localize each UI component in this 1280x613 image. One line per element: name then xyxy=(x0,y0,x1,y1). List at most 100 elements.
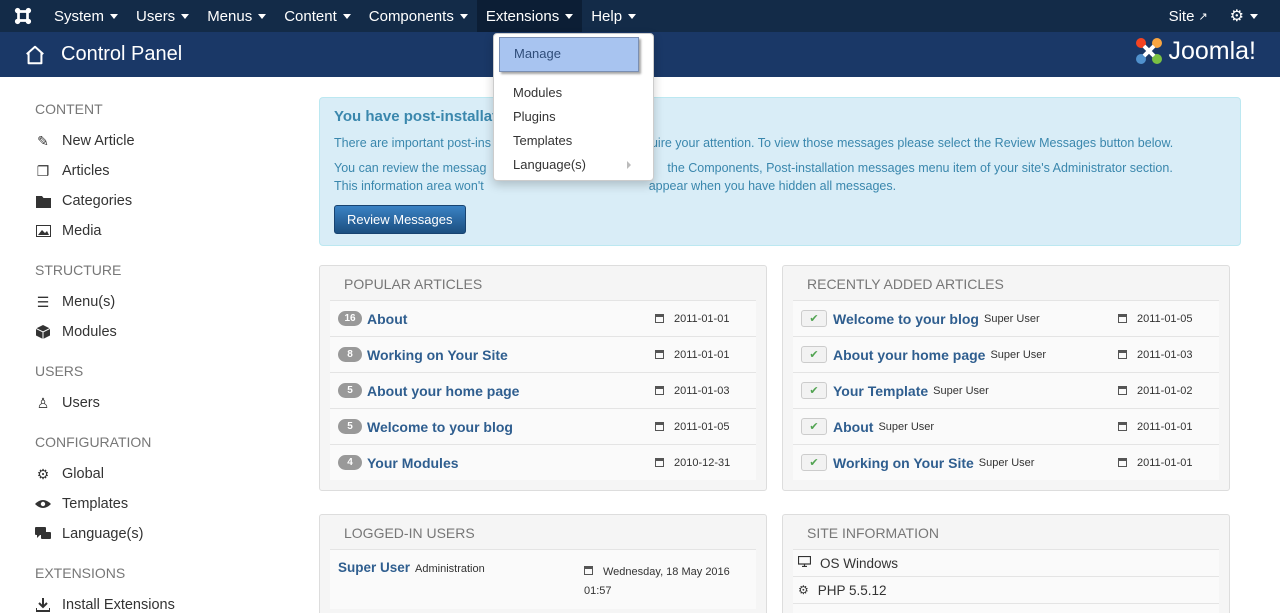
date-text: 2010-12-31 xyxy=(674,456,731,469)
dropdown-item-label: Language(s) xyxy=(513,157,586,172)
sidebar-item-install-extensions[interactable]: Install Extensions xyxy=(35,590,175,613)
site-information-list: OS Windows ⚙ PHP 5.5.12 ◫ xyxy=(793,549,1219,613)
list-item: ✔ About Super User 2011-01-01 xyxy=(793,408,1219,444)
sidebar-section-extensions: EXTENSIONS xyxy=(35,565,126,581)
gear-icon: ⚙ xyxy=(36,465,50,482)
article-date: 2011-01-03 xyxy=(655,385,729,397)
list-item: 16 About 2011-01-01 xyxy=(330,300,756,336)
article-link[interactable]: About xyxy=(833,419,873,435)
time-text: 01:57 xyxy=(584,585,612,597)
eye-icon xyxy=(35,496,51,512)
article-link[interactable]: Welcome to your blog xyxy=(367,419,513,435)
sidebar-item-label: Modules xyxy=(62,324,117,340)
cog-icon: ⚙ xyxy=(798,583,809,597)
caret-down-icon xyxy=(628,13,637,19)
sidebar-item-new-article[interactable]: ✎ New Article xyxy=(35,126,134,156)
menu-components[interactable]: Components xyxy=(360,0,477,32)
date-text: Wednesday, 18 May 2016 xyxy=(603,566,730,578)
home-icon xyxy=(26,45,44,64)
sidebar-item-label: Templates xyxy=(62,496,129,512)
sidebar-section-content: CONTENT xyxy=(35,101,103,117)
joomla-brand: Joomla! xyxy=(1134,36,1256,66)
panel-title: LOGGED-IN USERS xyxy=(344,525,475,541)
panel-title: RECENTLY ADDED ARTICLES xyxy=(807,276,1004,292)
cube-icon xyxy=(35,324,51,340)
sidebar-item-categories[interactable]: Categories xyxy=(35,186,132,216)
sidebar-item-menus[interactable]: ☰ Menu(s) xyxy=(35,287,115,317)
menu-users[interactable]: Users xyxy=(127,0,198,32)
article-link[interactable]: About xyxy=(367,311,407,327)
user-location: Administration xyxy=(415,563,485,575)
menu-components-label: Components xyxy=(368,7,454,25)
sidebar-item-label: Menu(s) xyxy=(62,294,116,310)
menu-system-label: System xyxy=(54,7,105,25)
article-author: Super User xyxy=(990,348,1047,361)
dropdown-item-templates[interactable]: Templates xyxy=(513,133,572,148)
sidebar-item-label: Users xyxy=(62,395,100,411)
user-link[interactable]: Super User xyxy=(338,560,410,575)
dropdown-item-languages[interactable]: Language(s) xyxy=(513,157,643,172)
date-text: 2011-01-01 xyxy=(674,348,730,361)
menu-extensions[interactable]: Extensions xyxy=(476,0,583,32)
post-install-alert: You have post-installat There are import… xyxy=(319,97,1241,246)
popular-articles-list: 16 About 2011-01-01 8 Working on Your Site 2… xyxy=(330,300,756,480)
alert-message-2: You can review the messag the Components,… xyxy=(334,159,1226,195)
dropdown-item-plugins[interactable]: Plugins xyxy=(513,109,556,124)
article-author: Super User xyxy=(983,312,1040,325)
calendar-icon xyxy=(655,458,664,467)
site-information-panel: SITE INFORMATION OS Windows ⚙ PHP 5.5.12 … xyxy=(782,514,1230,613)
joomla-logo-icon[interactable] xyxy=(0,0,45,32)
joomla-brand-icon xyxy=(1136,38,1163,64)
menu-help-label: Help xyxy=(591,7,623,25)
list-item: 4 Your Modules 2010-12-31 xyxy=(330,444,756,480)
published-check-icon[interactable]: ✔ xyxy=(801,454,827,471)
alert-heading: You have post-installat xyxy=(334,108,498,125)
published-check-icon[interactable]: ✔ xyxy=(801,382,827,399)
pencil-icon: ✎ xyxy=(37,132,49,149)
article-author: Super User xyxy=(933,384,989,397)
article-link[interactable]: Welcome to your blog xyxy=(833,311,979,327)
dropdown-item-manage[interactable]: Manage xyxy=(499,37,639,72)
sidebar-item-languages[interactable]: Language(s) xyxy=(35,519,143,549)
article-date: 2011-01-02 xyxy=(1118,385,1192,397)
sidebar-item-modules[interactable]: Modules xyxy=(35,317,117,347)
sidebar-item-label: Categories xyxy=(62,193,133,209)
sidebar-item-global[interactable]: ⚙ Global xyxy=(35,459,104,489)
article-link[interactable]: About your home page xyxy=(833,347,985,363)
chevron-right-icon xyxy=(627,161,631,169)
caret-down-icon xyxy=(459,13,468,19)
article-link[interactable]: Working on Your Site xyxy=(367,347,508,363)
panel-title: SITE INFORMATION xyxy=(807,525,939,541)
sidebar-item-templates[interactable]: Templates xyxy=(35,489,128,519)
sidebar-item-users[interactable]: ♙ Users xyxy=(35,388,100,418)
published-check-icon[interactable]: ✔ xyxy=(801,418,827,435)
published-check-icon[interactable]: ✔ xyxy=(801,310,827,327)
article-link[interactable]: Your Template xyxy=(833,383,928,399)
menu-menus[interactable]: Menus xyxy=(198,0,275,32)
article-link[interactable]: About your home page xyxy=(367,383,519,399)
login-date: Wednesday, 18 May 2016 01:57 xyxy=(584,563,730,601)
review-messages-button[interactable]: Review Messages xyxy=(334,205,466,234)
hits-badge: 4 xyxy=(338,455,362,470)
image-icon xyxy=(35,223,51,239)
sidebar-section-structure: STRUCTURE xyxy=(35,262,122,278)
article-link[interactable]: Working on Your Site xyxy=(833,455,974,471)
menu-content[interactable]: Content xyxy=(275,0,360,32)
article-link[interactable]: Your Modules xyxy=(367,455,459,471)
settings-menu[interactable]: ⚙ xyxy=(1220,0,1280,32)
calendar-icon xyxy=(655,422,664,431)
article-date: 2011-01-03 xyxy=(1118,349,1192,361)
menu-menus-label: Menus xyxy=(207,7,253,25)
site-link[interactable]: Site ↗ xyxy=(1157,0,1220,32)
sidebar-item-media[interactable]: Media xyxy=(35,216,102,246)
sidebar-item-label: Install Extensions xyxy=(62,597,175,613)
date-text: 2011-01-02 xyxy=(1137,384,1193,397)
dropdown-item-modules[interactable]: Modules xyxy=(513,85,562,100)
sidebar-item-articles[interactable]: ❐ Articles xyxy=(35,156,110,186)
alert-text: the Components, Post-installation messag… xyxy=(667,161,1173,175)
page-title: Control Panel xyxy=(61,43,183,65)
published-check-icon[interactable]: ✔ xyxy=(801,346,827,363)
calendar-icon xyxy=(1118,314,1127,323)
menu-help[interactable]: Help xyxy=(582,0,645,32)
menu-system[interactable]: System xyxy=(45,0,127,32)
